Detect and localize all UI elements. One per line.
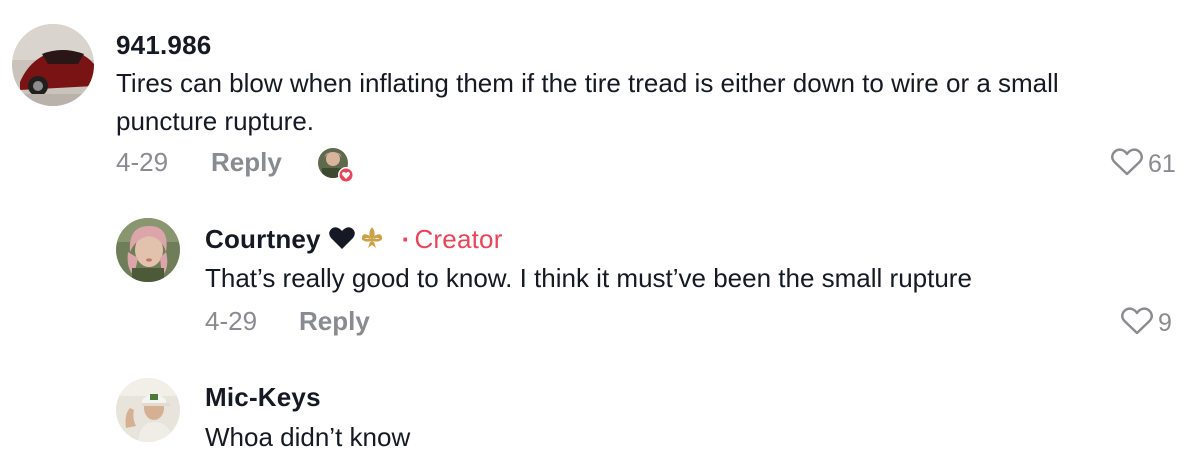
- creator-liked-avatar-icon: [318, 146, 354, 184]
- avatar[interactable]: [12, 24, 94, 106]
- username-text: Courtney: [205, 224, 321, 254]
- like-count: 61: [1148, 150, 1176, 178]
- heart-outline-icon: [1110, 147, 1144, 182]
- reply-button[interactable]: Reply: [299, 306, 370, 337]
- comment-text: That’s really good to know. I think it m…: [205, 263, 972, 293]
- like-button[interactable]: 61: [1110, 147, 1176, 182]
- comment-username[interactable]: Courtney · Creator: [205, 224, 503, 255]
- avatar[interactable]: [116, 218, 180, 282]
- like-count: 9: [1158, 309, 1172, 337]
- comment-text: Whoa didn’t know: [205, 422, 411, 452]
- heart-outline-icon: [1120, 306, 1154, 341]
- comment-username[interactable]: Mic-Keys: [205, 382, 321, 413]
- avatar[interactable]: [116, 378, 180, 442]
- reply-button[interactable]: Reply: [211, 147, 282, 178]
- creator-separator: ·: [401, 224, 411, 254]
- comment-date: 4-29: [116, 147, 169, 177]
- comment-text: Tires can blow when inflating them if th…: [116, 68, 1059, 136]
- comment-date: 4-29: [205, 306, 258, 336]
- comment-username[interactable]: 941.986: [116, 30, 211, 61]
- username-emoji: [328, 224, 397, 254]
- like-button[interactable]: 9: [1120, 306, 1172, 341]
- black-heart-fleur-icon: [329, 227, 383, 249]
- creator-badge: Creator: [414, 224, 503, 254]
